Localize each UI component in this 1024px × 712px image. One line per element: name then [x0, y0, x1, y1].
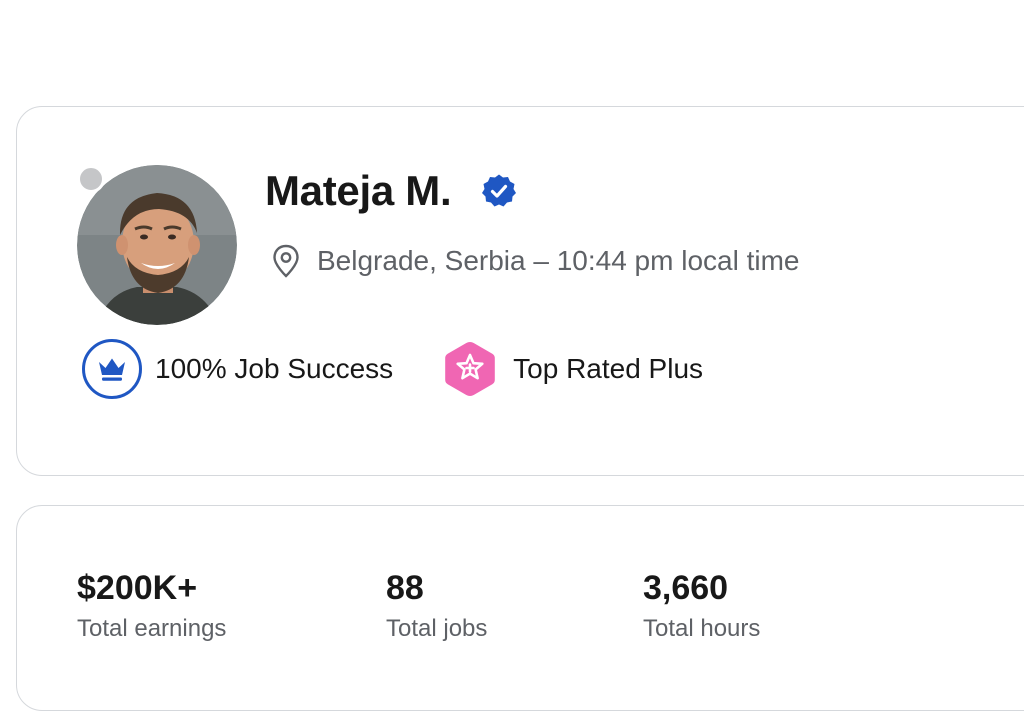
badges-row: 100% Job Success Top Rated Plus: [81, 337, 703, 401]
stat-value: $200K+: [77, 569, 198, 607]
status-indicator: [77, 165, 105, 193]
location-pin-icon: [273, 244, 299, 278]
location-row: Belgrade, Serbia – 10:44 pm local time: [271, 241, 800, 281]
avatar-container[interactable]: [77, 165, 237, 325]
stat-label: Total hours: [643, 615, 761, 642]
crown-icon: [82, 339, 142, 399]
stat-label: Total earnings: [77, 615, 227, 642]
stat-total-earnings: $200K+ Total earnings: [77, 568, 226, 644]
stat-total-hours: 3,660 Total hours: [643, 568, 760, 644]
job-success-badge[interactable]: 100% Job Success: [81, 338, 393, 400]
avatar[interactable]: [77, 165, 237, 325]
stat-value: 88: [386, 569, 424, 607]
verified-badge-icon[interactable]: [481, 173, 517, 209]
profile-card: Mateja M. Belgrade, Serbia – 10:44 pm lo…: [16, 106, 1024, 476]
name-row: Mateja M.: [265, 165, 517, 217]
stat-value: 3,660: [643, 569, 729, 607]
profile-name: Mateja M.: [265, 167, 452, 214]
stat-label: Total jobs: [386, 615, 488, 642]
location-text: Belgrade, Serbia – 10:44 pm local time: [317, 245, 800, 276]
top-rated-plus-badge[interactable]: Top Rated Plus: [439, 338, 703, 400]
top-rated-plus-label: Top Rated Plus: [513, 353, 704, 384]
star-plus-icon: [445, 342, 495, 396]
stat-total-jobs: 88 Total jobs: [386, 568, 487, 644]
job-success-label: 100% Job Success: [155, 353, 394, 384]
stats-card: $200K+ Total earnings 88 Total jobs 3,66…: [16, 505, 1024, 711]
